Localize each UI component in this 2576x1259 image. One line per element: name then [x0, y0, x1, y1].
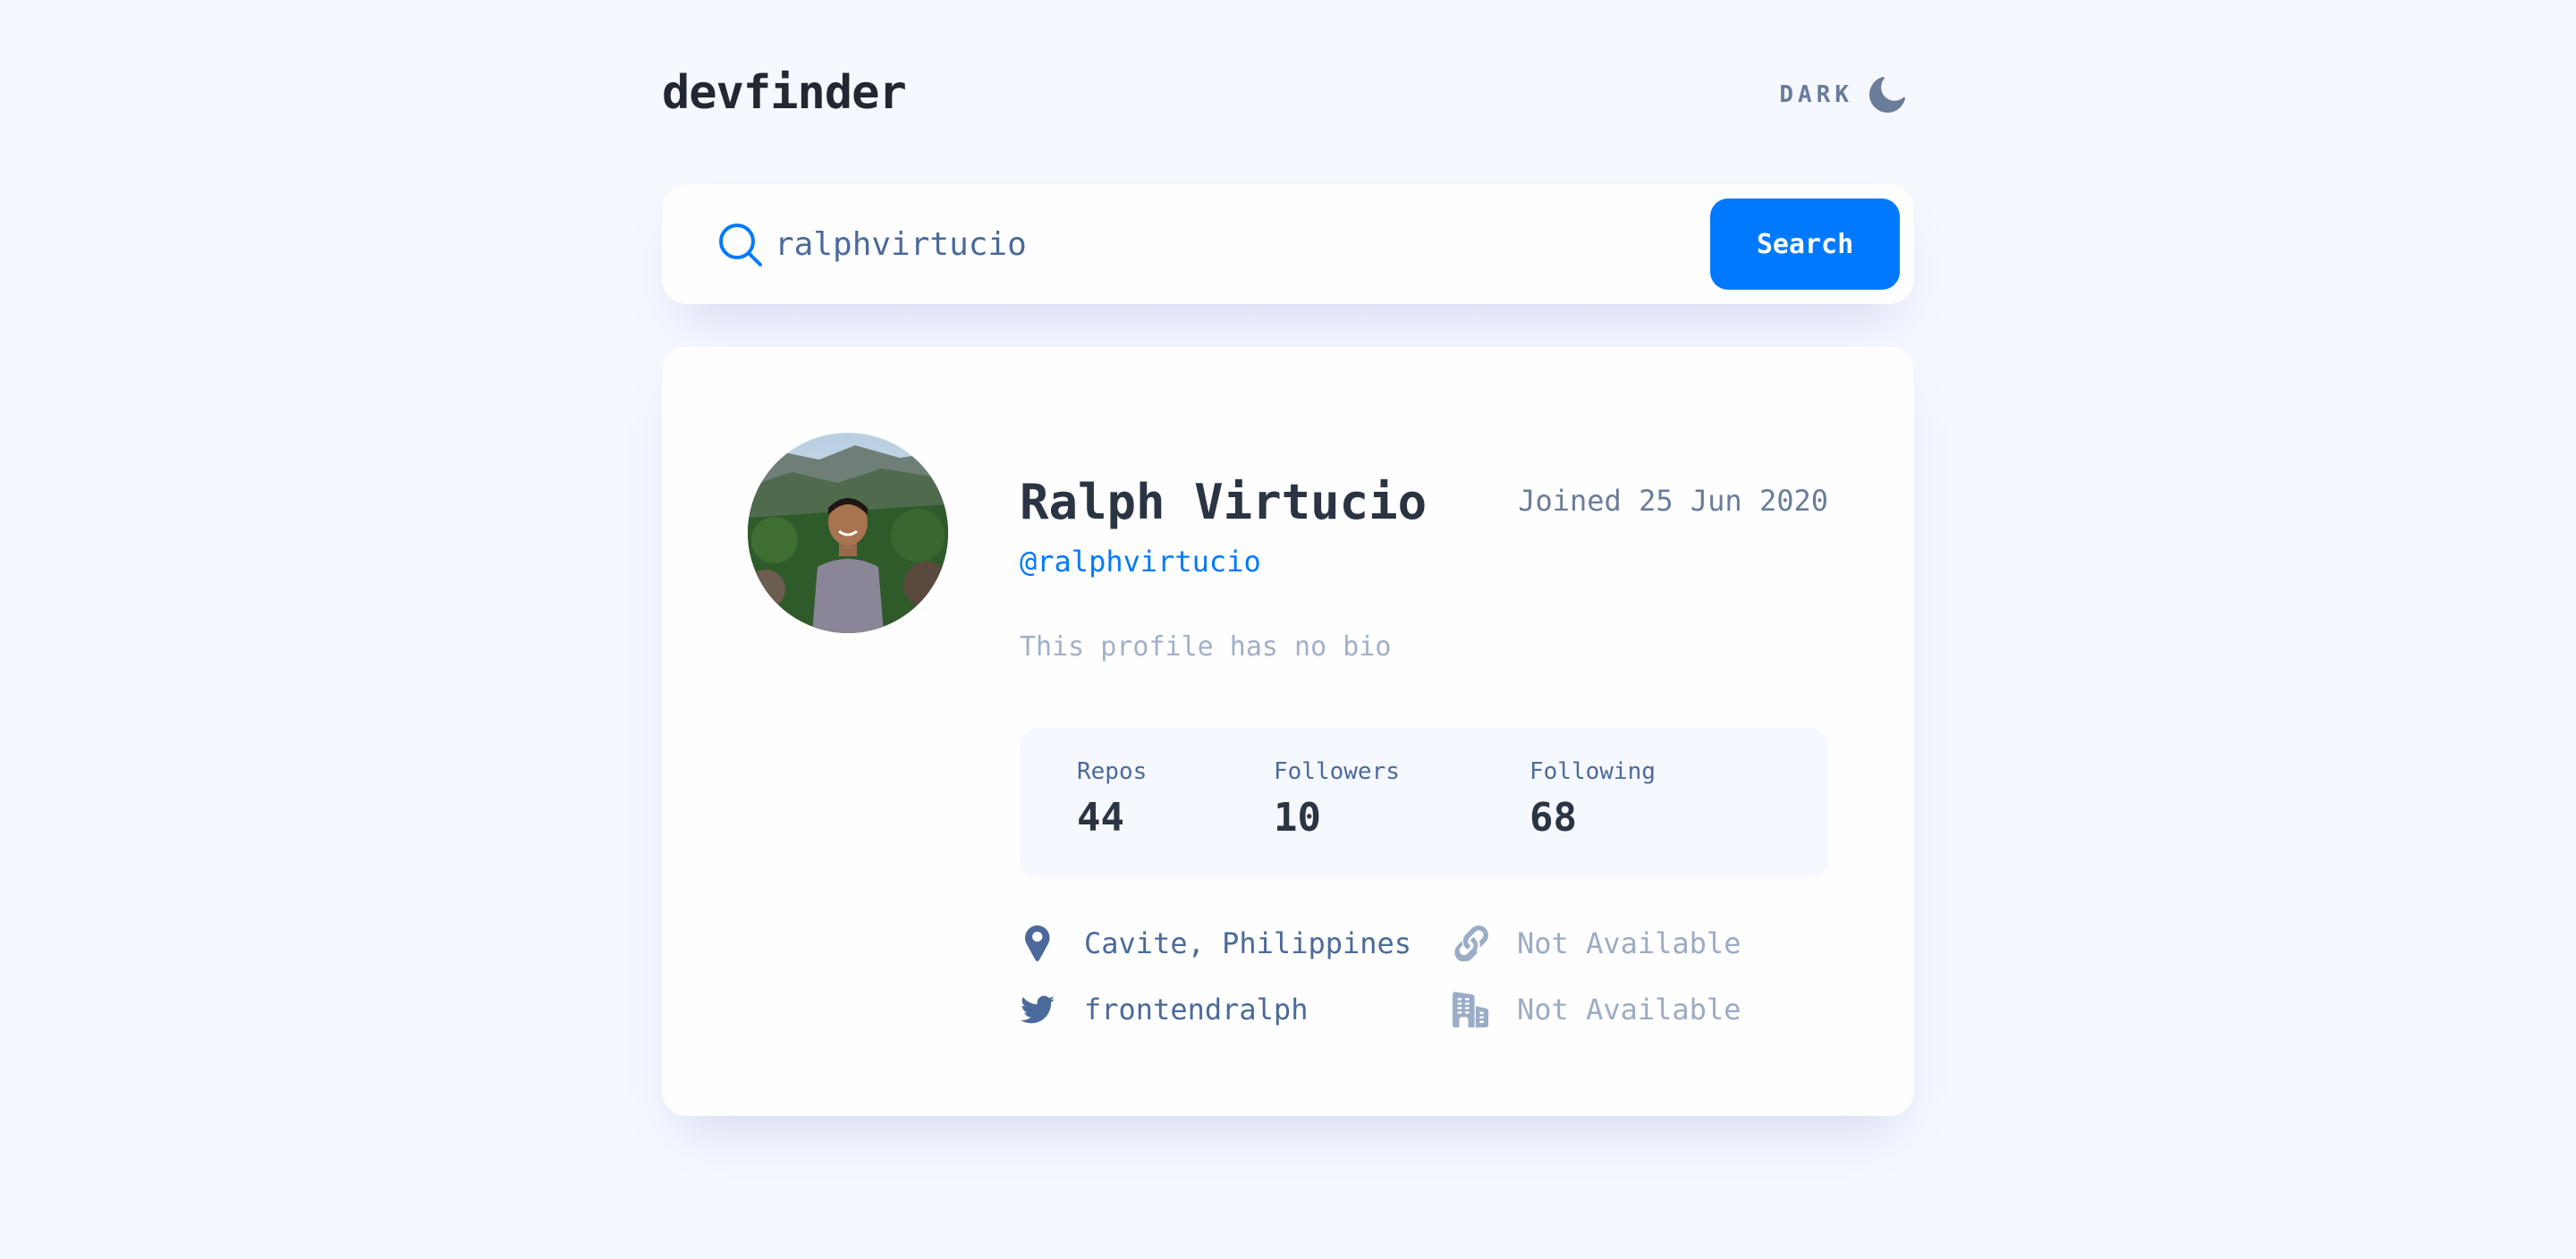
joined-date: Joined 25 Jun 2020: [1518, 484, 1828, 518]
profile-username-link[interactable]: @ralphvirtucio: [1020, 544, 1261, 579]
profile-card: Ralph Virtucio Joined 25 Jun 2020 @ralph…: [662, 347, 1914, 1116]
stat-following: Following 68: [1530, 756, 1656, 842]
search-icon: [719, 224, 762, 266]
avatar: [748, 433, 948, 633]
link-icon: [1453, 924, 1488, 963]
stat-following-value: 68: [1530, 795, 1577, 841]
stat-repos: Repos 44: [1077, 756, 1147, 842]
profile-bio: This profile has no bio: [1020, 631, 1392, 663]
theme-toggle-button[interactable]: DARK: [1779, 73, 1905, 116]
moon-icon: [1869, 77, 1905, 113]
location-item: Cavite, Philippines: [1020, 921, 1411, 966]
theme-toggle-label: DARK: [1779, 81, 1853, 108]
stat-repos-label: Repos: [1077, 758, 1148, 785]
website-item: Not Available: [1453, 921, 1741, 966]
stats-panel: Repos 44 Followers 10 Following 68: [1020, 728, 1828, 878]
stat-repos-value: 44: [1077, 795, 1124, 841]
twitter-item[interactable]: frontendralph: [1020, 987, 1308, 1032]
search-bar: Search: [662, 184, 1914, 304]
twitter-handle: frontendralph: [1084, 993, 1309, 1027]
header: devfinder DARK: [662, 63, 1914, 125]
twitter-icon: [1020, 990, 1055, 1029]
location-pin-icon: [1020, 924, 1055, 963]
company-text: Not Available: [1517, 993, 1741, 1027]
company-item: Not Available: [1453, 987, 1741, 1032]
location-text: Cavite, Philippines: [1084, 926, 1412, 960]
search-input[interactable]: [775, 215, 1436, 274]
search-button[interactable]: Search: [1710, 199, 1900, 290]
stat-followers: Followers 10: [1274, 756, 1400, 842]
app-logo: devfinder: [662, 66, 907, 120]
stat-followers-label: Followers: [1274, 758, 1400, 785]
stat-followers-value: 10: [1274, 795, 1321, 841]
profile-name: Ralph Virtucio: [1020, 474, 1428, 530]
website-text: Not Available: [1517, 926, 1741, 960]
building-icon: [1453, 990, 1488, 1029]
stat-following-label: Following: [1530, 758, 1656, 785]
